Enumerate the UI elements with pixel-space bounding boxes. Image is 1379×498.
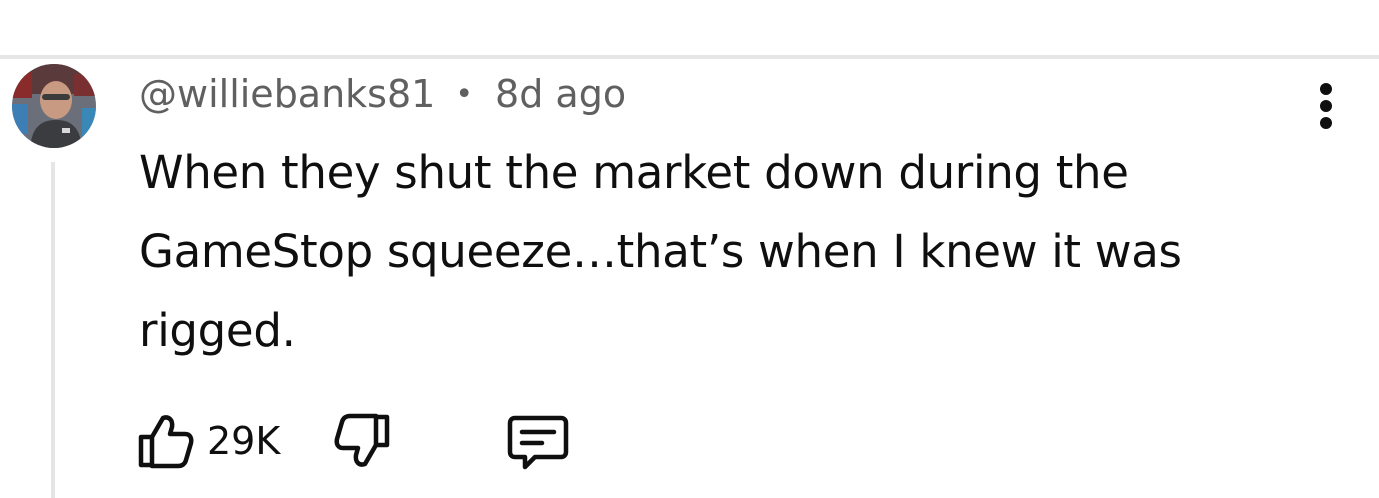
like-count: 29K <box>207 419 281 463</box>
thread-line <box>51 162 55 498</box>
avatar-image <box>12 64 96 148</box>
comment-reply-icon <box>507 415 569 470</box>
meta-separator: • <box>455 76 474 112</box>
thumbs-up-icon <box>138 415 194 469</box>
avatar[interactable] <box>12 64 96 148</box>
comment-meta: @williebanks81 • 8d ago <box>139 70 626 118</box>
more-options-button[interactable] <box>1302 80 1350 132</box>
comment-timestamp[interactable]: 8d ago <box>495 72 626 116</box>
like-button[interactable] <box>135 410 197 472</box>
reply-button[interactable] <box>505 412 571 474</box>
thumbs-down-icon <box>334 413 390 467</box>
top-divider <box>0 55 1379 59</box>
comment-text: When they shut the market down during th… <box>139 146 1182 357</box>
comment-author[interactable]: @williebanks81 <box>139 72 435 116</box>
dislike-button[interactable] <box>331 410 393 472</box>
more-vertical-icon <box>1320 83 1332 129</box>
